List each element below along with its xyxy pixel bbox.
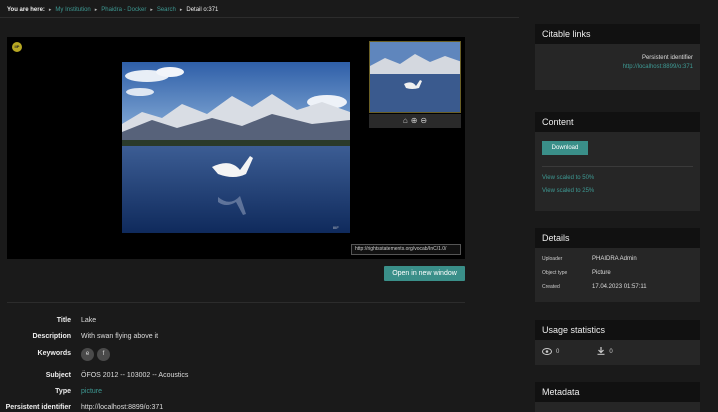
title-value: Lake bbox=[81, 317, 97, 324]
eye-icon bbox=[542, 347, 552, 357]
divider bbox=[542, 166, 693, 167]
keywords-value: ef bbox=[81, 348, 113, 361]
zoom-in-icon[interactable]: ⊕ bbox=[411, 117, 418, 125]
content-panel: Content Download View scaled to 50% View… bbox=[535, 112, 700, 211]
image-watermark: IIIF bbox=[333, 225, 339, 230]
description-label: Description bbox=[32, 333, 71, 340]
detail-objtype-row: Object type Picture bbox=[542, 270, 693, 276]
type-label: Type bbox=[55, 388, 71, 395]
citable-pid-link[interactable]: http://localhost:8899/o:371 bbox=[542, 64, 693, 70]
created-value: 17.04.2023 01:57:11 bbox=[592, 284, 647, 290]
breadcrumb-item-phaidra[interactable]: Phaidra - Docker bbox=[101, 7, 146, 13]
subject-label: Subject bbox=[45, 372, 71, 379]
open-in-new-window-button[interactable]: Open in new window bbox=[384, 266, 465, 281]
citable-links-panel: Citable links Persistent identifier http… bbox=[535, 24, 700, 90]
objtype-label: Object type bbox=[542, 270, 568, 276]
downloads-count: 0 bbox=[609, 349, 613, 355]
chevron-right-icon: ▸ bbox=[150, 7, 153, 13]
details-panel: Details Uploader PHAIDRA Admin Object ty… bbox=[535, 228, 700, 302]
detail-created-row: Created 17.04.2023 01:57:11 bbox=[542, 284, 693, 290]
metadata-keywords-row: Keywords ef bbox=[0, 348, 113, 361]
chevron-right-icon: ▸ bbox=[179, 7, 183, 13]
pid-label: Persistent identifier bbox=[5, 404, 71, 411]
rights-statement-link[interactable]: http://rightsstatements.org/vocab/InC/1.… bbox=[351, 244, 461, 255]
metadata-type-row: Type picture bbox=[0, 388, 102, 395]
download-button[interactable]: Download bbox=[542, 141, 588, 155]
metadata-heading: Metadata bbox=[535, 382, 700, 402]
keywords-label: Keywords bbox=[37, 350, 71, 357]
content-heading: Content bbox=[535, 112, 700, 132]
breadcrumb: You are here: ▸ My Institution ▸ Phaidra… bbox=[7, 7, 218, 13]
citable-pid-label: Persistent identifier bbox=[641, 55, 693, 61]
main-image-lake-swan[interactable] bbox=[122, 62, 350, 233]
title-label: Title bbox=[56, 317, 71, 324]
detail-uploader-row: Uploader PHAIDRA Admin bbox=[542, 256, 693, 262]
metadata-title-row: Title Lake bbox=[0, 317, 96, 324]
metadata-pid-row: Persistent identifier http://localhost:8… bbox=[0, 404, 163, 411]
image-viewer[interactable]: IIP IIIF ⌂ ⊕ ⊖ http://rightsstatements.o… bbox=[7, 37, 465, 259]
usage-heading: Usage statistics bbox=[535, 320, 700, 340]
view-scaled-50-link[interactable]: View scaled to 50% bbox=[542, 175, 693, 181]
chevron-right-icon: ▸ bbox=[48, 7, 52, 13]
chevron-right-icon: ▸ bbox=[94, 7, 98, 13]
details-heading: Details bbox=[535, 228, 700, 248]
created-label: Created bbox=[542, 284, 560, 290]
uploader-value: PHAIDRA Admin bbox=[592, 256, 637, 262]
zoom-out-icon[interactable]: ⊖ bbox=[420, 117, 427, 125]
metadata-subject-row: Subject ÖFOS 2012 -- 103002 -- Acoustics bbox=[0, 372, 189, 379]
uploader-label: Uploader bbox=[542, 256, 563, 262]
breadcrumb-current: Detail o:371 bbox=[186, 7, 219, 13]
metadata-description-row: Description With swan flying above it bbox=[0, 333, 158, 340]
view-scaled-25-link[interactable]: View scaled to 25% bbox=[542, 188, 693, 194]
navigator-thumbnail[interactable] bbox=[369, 41, 461, 113]
home-icon[interactable]: ⌂ bbox=[403, 117, 408, 125]
citable-links-heading: Citable links bbox=[535, 24, 700, 44]
keyword-chip[interactable]: f bbox=[97, 348, 110, 361]
iip-logo-icon: IIP bbox=[12, 42, 22, 52]
breadcrumb-item-search[interactable]: Search bbox=[157, 7, 176, 13]
metadata-panel: Metadata bbox=[535, 382, 700, 412]
type-value-link[interactable]: picture bbox=[81, 388, 102, 395]
keyword-chip[interactable]: e bbox=[81, 348, 94, 361]
download-icon bbox=[597, 347, 605, 357]
breadcrumb-lead: You are here: bbox=[7, 7, 45, 13]
views-count: 0 bbox=[556, 349, 560, 355]
subject-value: ÖFOS 2012 -- 103002 -- Acoustics bbox=[81, 372, 189, 379]
description-value: With swan flying above it bbox=[81, 333, 159, 340]
divider bbox=[7, 302, 465, 303]
objtype-value: Picture bbox=[592, 270, 611, 276]
divider bbox=[0, 17, 519, 18]
breadcrumb-item-institution[interactable]: My Institution bbox=[55, 7, 90, 13]
usage-statistics-panel: Usage statistics 0 0 bbox=[535, 320, 700, 365]
usage-stats: 0 0 bbox=[542, 347, 693, 357]
navigator-controls: ⌂ ⊕ ⊖ bbox=[369, 114, 461, 128]
pid-value: http://localhost:8899/o:371 bbox=[81, 404, 164, 411]
